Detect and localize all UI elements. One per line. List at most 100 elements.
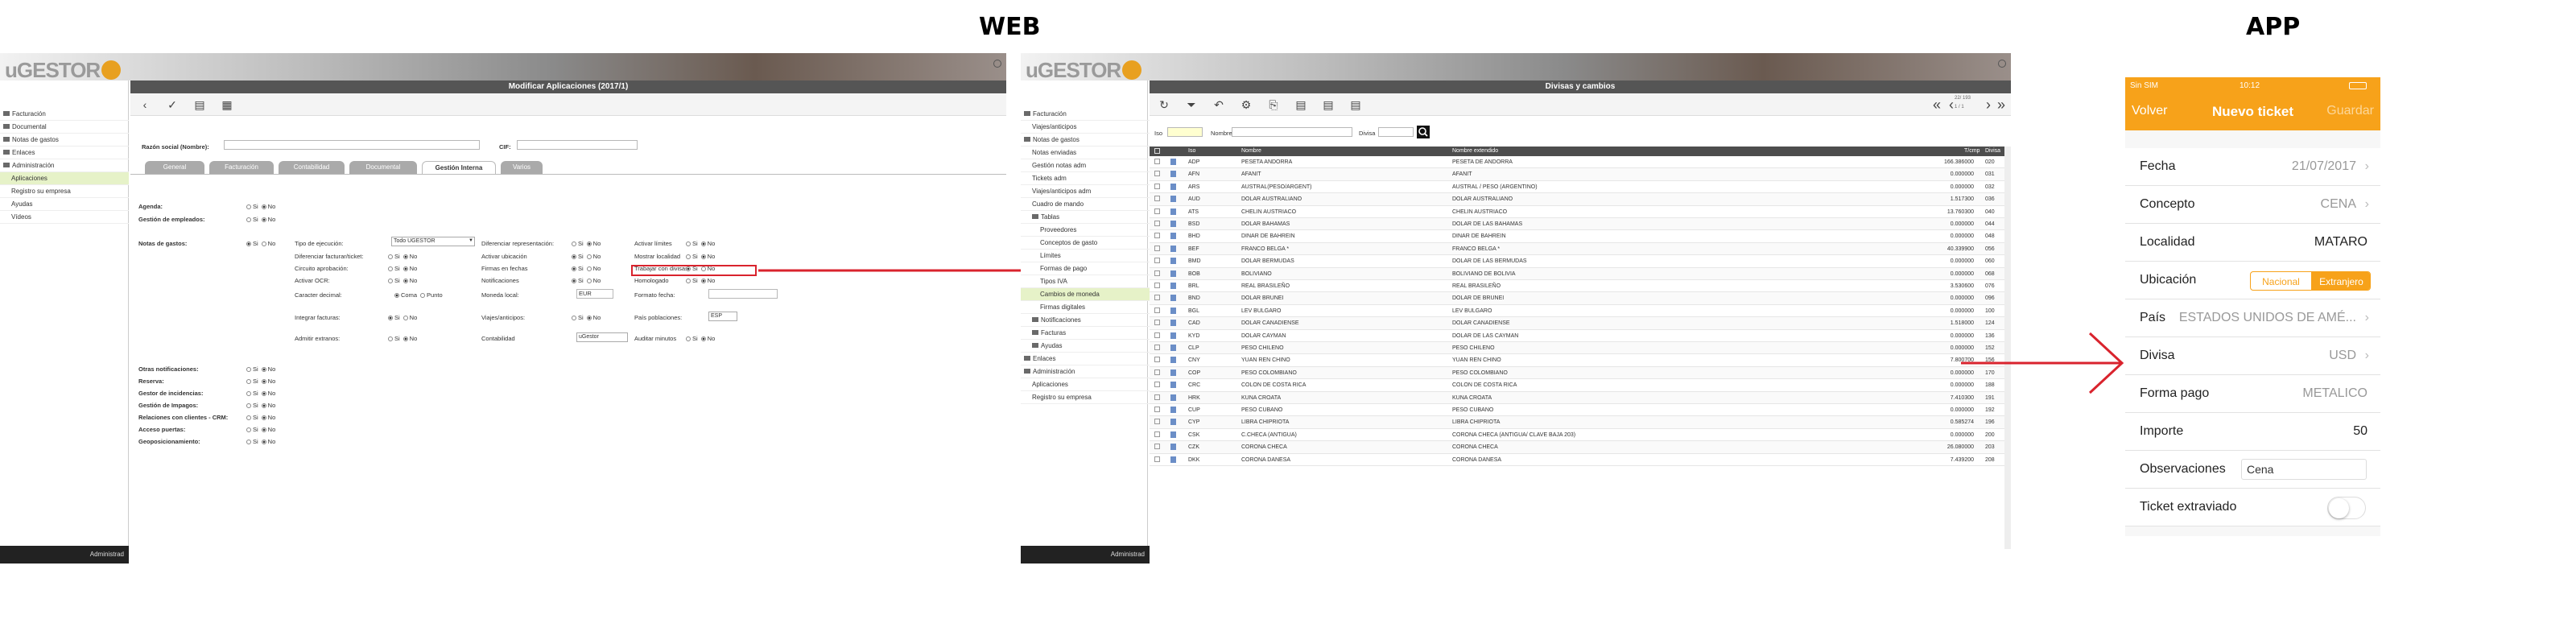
attach-icon[interactable]: ⎘ — [1267, 98, 1280, 111]
observaciones-input[interactable]: Cena — [2241, 459, 2367, 480]
radio-no[interactable] — [700, 336, 706, 341]
checkbox-icon[interactable] — [1154, 382, 1160, 388]
sidebar-item-notas-enviadas[interactable]: Notas enviadas — [1021, 147, 1150, 159]
sidebar-item-tickets-adm[interactable]: Tickets adm — [1021, 172, 1150, 185]
table-row[interactable]: BEF FRANCO BELGA * FRANCO BELGA * 40.339900… — [1150, 242, 2004, 256]
field-concepto[interactable]: Concepto CENA › — [2125, 186, 2380, 224]
radio-si[interactable] — [686, 336, 691, 341]
table-row[interactable]: KYD DOLAR CAYMAN DOLAR DE LAS CAYMAN 0.0000… — [1150, 330, 2004, 342]
document-icon[interactable] — [1170, 456, 1176, 463]
field-importe[interactable]: Importe 50 — [2125, 413, 2380, 451]
table-row[interactable]: ARS AUSTRAL(PESO/ARGENT) AUSTRAL / PESO (A… — [1150, 181, 2004, 194]
table-row[interactable]: BHD DINAR DE BAHREIN DINAR DE BAHREIN 0.000… — [1150, 230, 2004, 243]
radio-no[interactable] — [261, 415, 266, 420]
radio-si[interactable] — [246, 440, 251, 444]
sidebar-item-notas-de-gastos[interactable]: Notas de gastos — [1021, 134, 1150, 147]
checkbox-icon[interactable] — [1154, 431, 1160, 437]
checkbox-icon[interactable] — [1154, 456, 1160, 462]
radio-no[interactable] — [586, 316, 592, 320]
field-fecha[interactable]: Fecha 21/07/2017 › — [2125, 148, 2380, 186]
radio-si[interactable] — [246, 391, 251, 396]
document-icon[interactable] — [1170, 419, 1176, 426]
radio-si[interactable] — [572, 279, 576, 283]
sidebar-item-registro-su-empresa[interactable]: Registro su empresa — [1021, 391, 1150, 404]
document-icon[interactable] — [1170, 283, 1176, 289]
document-icon[interactable] — [1170, 320, 1176, 327]
ticket-extraviado-toggle[interactable] — [2327, 497, 2366, 519]
contabilidad-select[interactable]: uGestor — [576, 332, 628, 342]
radio-no[interactable] — [586, 254, 592, 259]
radio-si[interactable] — [388, 279, 393, 283]
radio-no[interactable] — [402, 336, 408, 341]
table-row[interactable]: ADP PESETA ANDORRA PESETA DE ANDORRA 166.38… — [1150, 156, 2004, 169]
sidebar-item-conceptos-de-gasto[interactable]: Conceptos de gasto — [1021, 237, 1150, 250]
radio-si[interactable] — [686, 279, 691, 283]
sidebar-item-notificaciones[interactable]: Notificaciones — [1021, 314, 1150, 327]
radio-no[interactable] — [402, 266, 408, 271]
search-icon[interactable] — [1417, 126, 1430, 138]
field-forma-pago[interactable]: Forma pago METALICO — [2125, 375, 2380, 413]
segment-nacional[interactable]: Nacional — [2251, 272, 2311, 290]
sidebar-item-cambios-de-moneda[interactable]: Cambios de moneda — [1021, 288, 1150, 301]
document-icon[interactable]: ▤ — [1294, 98, 1307, 111]
radio-no[interactable] — [402, 316, 408, 320]
radio-no[interactable] — [261, 427, 266, 432]
table-row[interactable]: AUD DOLAR AUSTRALIANO DOLAR AUSTRALIANO 1.5… — [1150, 193, 2004, 206]
radio-si[interactable] — [246, 415, 251, 420]
checkbox-icon[interactable] — [1154, 345, 1160, 350]
segment-extranjero[interactable]: Extranjero — [2311, 272, 2370, 290]
refresh-icon[interactable]: ↻ — [1158, 98, 1170, 111]
radio-si[interactable] — [388, 254, 393, 259]
field-localidad[interactable]: Localidad MATARO — [2125, 224, 2380, 262]
col-tcmp[interactable]: T/cmp — [1964, 147, 1979, 156]
checkbox-icon[interactable] — [1154, 283, 1160, 288]
document-icon[interactable] — [1170, 208, 1176, 215]
document-icon[interactable] — [1170, 444, 1176, 451]
radio-no[interactable] — [261, 367, 266, 372]
radio-si[interactable] — [246, 242, 251, 246]
sidebar-item-facturas[interactable]: Facturas — [1021, 327, 1150, 340]
document-icon[interactable] — [1170, 183, 1176, 190]
radio-punto[interactable] — [420, 293, 426, 298]
radio-no[interactable] — [261, 217, 266, 222]
document-icon[interactable]: ▤ — [1322, 98, 1335, 111]
filter-icon[interactable]: ⏷ — [1185, 98, 1198, 111]
sidebar-item-firmas-digitales[interactable]: Firmas digitales — [1021, 301, 1150, 314]
first-page-button[interactable]: « — [1930, 97, 1943, 112]
last-page-button[interactable]: » — [1995, 97, 2008, 112]
table-row[interactable]: CRC COLON DE COSTA RICA COLON DE COSTA RIC… — [1150, 379, 2004, 392]
checkbox-icon[interactable] — [1154, 233, 1160, 239]
radio-no[interactable] — [700, 242, 706, 246]
table-row[interactable]: CZK CORONA CHECA CORONA CHECA 26.080000 203 — [1150, 441, 2004, 454]
checkbox-icon[interactable] — [1154, 307, 1160, 313]
document-icon[interactable] — [1170, 332, 1176, 339]
radio-si[interactable] — [246, 403, 251, 408]
document-icon[interactable] — [1170, 171, 1176, 178]
table-row[interactable]: BGL LEV BULGARO LEV BULGARO 0.000000 100 — [1150, 305, 2004, 318]
checkbox-icon[interactable] — [1154, 394, 1160, 400]
document-icon[interactable] — [1170, 382, 1176, 389]
radio-si[interactable] — [246, 427, 251, 432]
chevron-down-icon[interactable]: ▼ — [469, 238, 473, 243]
field-observaciones[interactable]: Observaciones Cena — [2125, 451, 2380, 489]
radio-si[interactable] — [246, 204, 251, 209]
checkbox-icon[interactable] — [1154, 159, 1160, 164]
prev-page-button[interactable]: ‹ — [1945, 97, 1958, 112]
field-ticket-extraviado[interactable]: Ticket extraviado — [2125, 489, 2380, 526]
checkbox-icon[interactable] — [1154, 258, 1160, 264]
radio-si[interactable] — [572, 266, 576, 271]
radio-no[interactable] — [402, 279, 408, 283]
checkbox-icon[interactable] — [1154, 245, 1160, 251]
radio-no[interactable] — [261, 403, 266, 408]
table-row[interactable]: BOB BOLIVIANO BOLIVIANO DE BOLIVIA 0.000000… — [1150, 267, 2004, 280]
document-icon[interactable] — [1170, 357, 1176, 364]
document-icon[interactable] — [1170, 369, 1176, 376]
sidebar-item-tipos-iva[interactable]: Tipos IVA — [1021, 275, 1150, 288]
checkbox-icon[interactable] — [1154, 419, 1160, 425]
sidebar-item-administracion[interactable]: Administración — [1021, 365, 1150, 378]
checkbox-icon[interactable] — [1154, 183, 1160, 189]
table-row[interactable]: CLP PESO CHILENO PESO CHILENO 0.000000 152 — [1150, 342, 2004, 355]
checkbox-icon[interactable] — [1154, 208, 1160, 214]
checkbox-icon[interactable] — [1154, 221, 1160, 226]
checkbox-icon[interactable] — [1154, 270, 1160, 276]
